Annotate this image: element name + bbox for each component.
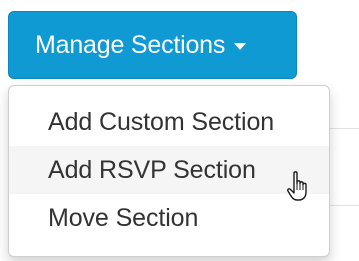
manage-sections-dropdown: Add Custom Section Add RSVP Section Move… xyxy=(8,85,330,257)
manage-sections-label: Manage Sections xyxy=(35,30,226,59)
menu-item-label: Add Custom Section xyxy=(48,107,275,136)
menu-item-move-section[interactable]: Move Section xyxy=(9,194,329,242)
menu-item-add-custom-section[interactable]: Add Custom Section xyxy=(9,98,329,146)
menu-item-label: Add RSVP Section xyxy=(48,155,256,184)
background-divider xyxy=(330,128,359,129)
caret-down-icon xyxy=(234,43,247,50)
background-divider xyxy=(330,205,359,206)
menu-item-add-rsvp-section[interactable]: Add RSVP Section xyxy=(9,146,329,194)
menu-item-label: Move Section xyxy=(48,203,199,232)
manage-sections-button[interactable]: Manage Sections xyxy=(8,11,297,79)
screen: Manage Sections Add Custom Section Add R… xyxy=(0,0,359,261)
hand-pointer-icon xyxy=(287,171,307,201)
